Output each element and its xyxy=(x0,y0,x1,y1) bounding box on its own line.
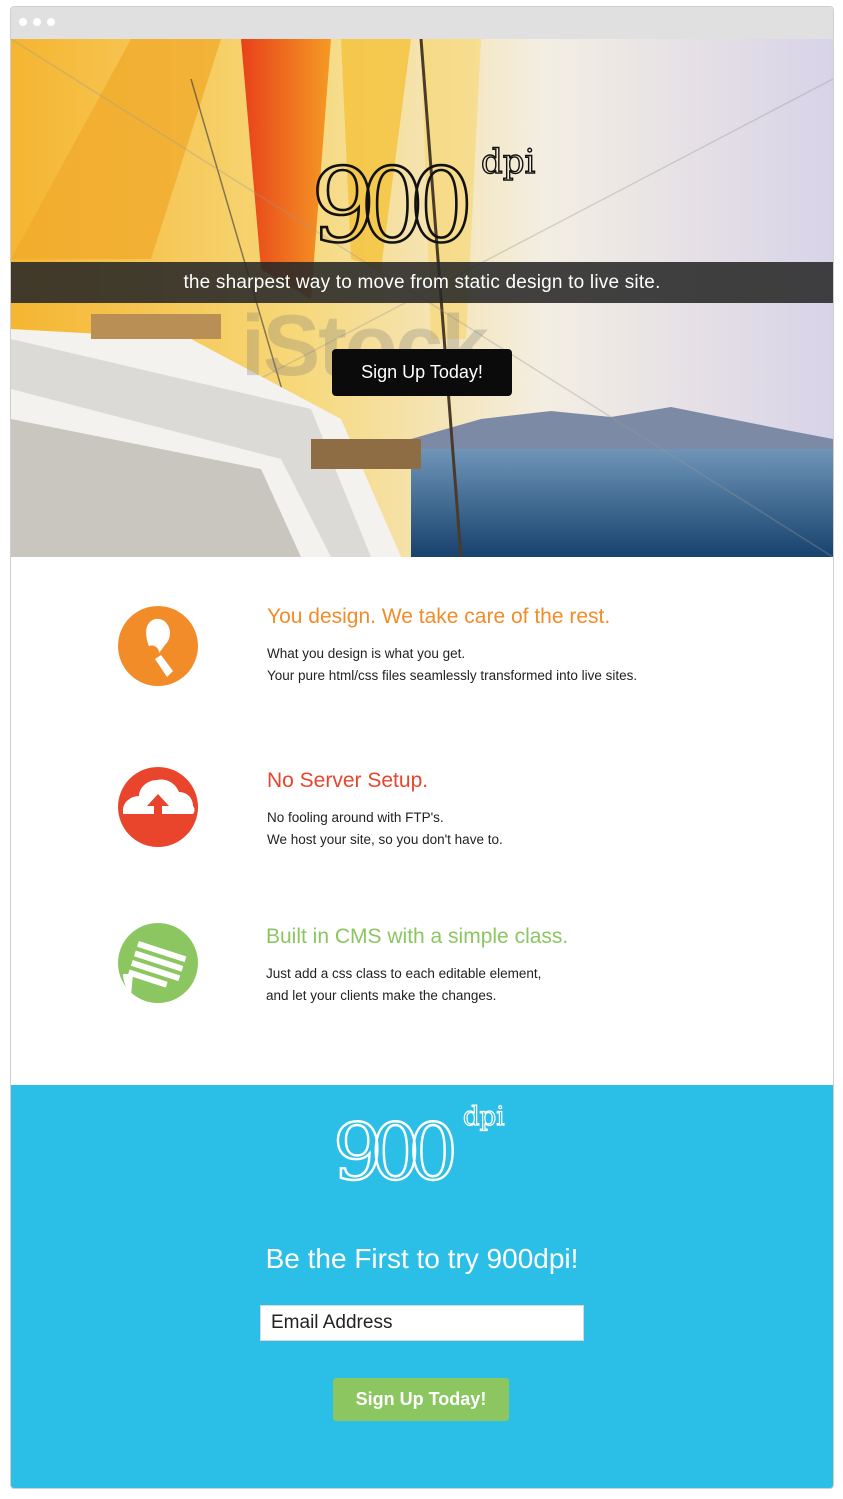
cloud-upload-icon xyxy=(118,767,198,847)
signup-section: 900 dpi Be the First to try 900dpi! Sign… xyxy=(11,1085,833,1488)
feature-title: Built in CMS with a simple class. xyxy=(266,925,569,948)
features-section: You design. We take care of the rest. Wh… xyxy=(11,557,833,1085)
footer-logo: 900 dpi xyxy=(333,1101,505,1187)
hero-logo: 900 dpi xyxy=(311,141,536,253)
window-dot-icon[interactable] xyxy=(47,18,55,26)
window-controls xyxy=(19,18,55,26)
signup-headline: Be the First to try 900dpi! xyxy=(265,1243,579,1274)
hero-logo-number: 900 xyxy=(311,147,468,253)
paintbrush-icon xyxy=(118,606,198,686)
footer-logo-suffix: dpi xyxy=(463,1102,505,1132)
browser-window: iStock 900 dpi the sharpest way to move … xyxy=(10,6,834,1489)
tagline-band: the sharpest way to move from static des… xyxy=(11,262,833,303)
feature-line: Just add a css class to each editable el… xyxy=(266,966,542,981)
hero-tagline: the sharpest way to move from static des… xyxy=(183,271,661,293)
hero-section: iStock 900 dpi the sharpest way to move … xyxy=(11,39,833,557)
feature-line: and let your clients make the changes. xyxy=(266,988,497,1003)
hero-signup-button[interactable]: Sign Up Today! xyxy=(332,349,512,396)
footer-logo-number: 900 xyxy=(333,1108,453,1187)
feature-description: What you design is what you get. Your pu… xyxy=(267,643,637,687)
feature-line: What you design is what you get. xyxy=(267,646,466,661)
signup-button[interactable]: Sign Up Today! xyxy=(333,1378,509,1421)
browser-chrome xyxy=(11,7,833,39)
window-dot-icon[interactable] xyxy=(33,18,41,26)
feature-title: You design. We take care of the rest. xyxy=(267,605,611,628)
notepad-icon xyxy=(118,923,198,1003)
window-dot-icon[interactable] xyxy=(19,18,27,26)
feature-description: Just add a css class to each editable el… xyxy=(266,963,568,1007)
feature-line: No fooling around with FTP's. xyxy=(267,810,444,825)
feature-description: No fooling around with FTP's. We host yo… xyxy=(267,807,503,851)
email-field[interactable] xyxy=(260,1305,584,1341)
feature-line: Your pure html/css files seamlessly tran… xyxy=(267,668,638,683)
feature-line: We host your site, so you don't have to. xyxy=(267,832,503,847)
feature-title: No Server Setup. xyxy=(267,769,429,792)
hero-logo-suffix: dpi xyxy=(481,142,536,182)
